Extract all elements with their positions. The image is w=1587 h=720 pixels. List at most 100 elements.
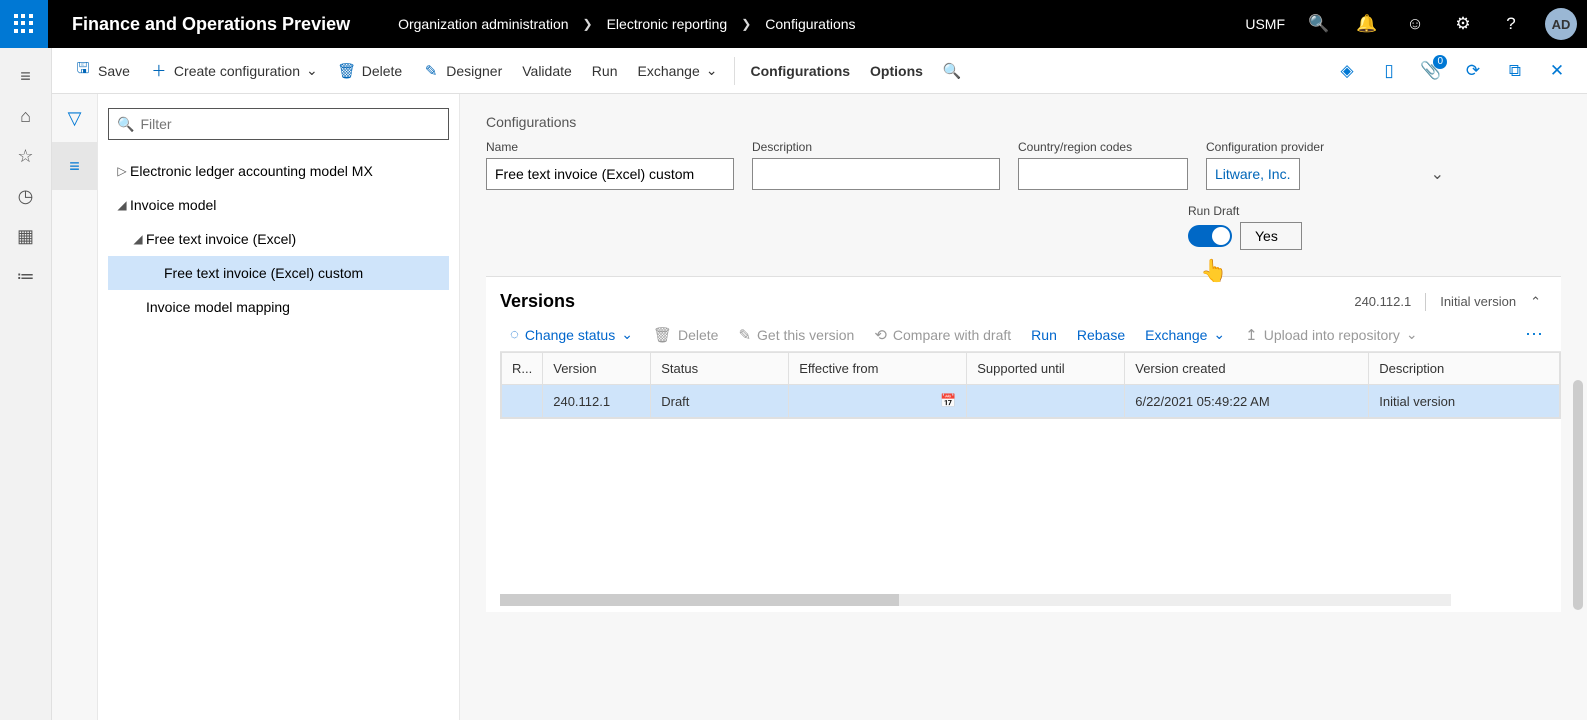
filter-input[interactable]	[140, 116, 440, 132]
home-icon[interactable]: ⌂	[2, 96, 50, 136]
versions-summary-version: 240.112.1	[1354, 294, 1411, 309]
cell-r	[502, 385, 543, 418]
delete-button[interactable]: 🗑Delete	[328, 48, 412, 93]
col-r[interactable]: R...	[502, 353, 543, 385]
name-input[interactable]	[486, 158, 734, 190]
tree-label: Free text invoice (Excel) custom	[164, 265, 363, 281]
exchange-label: Exchange	[637, 63, 699, 79]
versions-toolbar: ◌Change status⌄ 🗑Delete ✎Get this versio…	[500, 324, 1561, 352]
col-created[interactable]: Version created	[1125, 353, 1369, 385]
delete-label: Delete	[362, 63, 402, 79]
sub-left-strip: ▽ ≡	[52, 94, 98, 720]
validate-button[interactable]: Validate	[512, 48, 582, 93]
cell-effective[interactable]: 📅	[789, 385, 967, 418]
save-button[interactable]: 🖫Save	[64, 48, 140, 93]
chevron-up-icon[interactable]: ⌃	[1530, 294, 1541, 310]
configurations-label: Configurations	[751, 63, 851, 79]
col-status[interactable]: Status	[651, 353, 789, 385]
calendar-icon[interactable]: 📅	[940, 393, 956, 409]
close-icon[interactable]: ✕	[1539, 53, 1575, 89]
versions-summary-desc: Initial version	[1440, 294, 1516, 309]
configurations-tab[interactable]: Configurations	[741, 48, 861, 93]
country-codes-input[interactable]	[1018, 158, 1188, 190]
notifications-badge: 0	[1433, 55, 1447, 69]
plus-icon: ＋	[150, 60, 168, 81]
list-icon[interactable]: ≔	[2, 256, 50, 296]
run-draft-toggle[interactable]	[1188, 225, 1232, 247]
hamburger-icon[interactable]: ≡	[2, 56, 50, 96]
refresh-icon[interactable]: ⟳	[1455, 53, 1491, 89]
chevron-down-icon: ⌄	[621, 326, 633, 343]
horizontal-scrollbar[interactable]	[500, 594, 1451, 606]
left-rail: ≡ ⌂ ☆ ◷ ▦ ≔	[0, 48, 52, 720]
collapse-icon[interactable]: ◢	[130, 232, 146, 246]
compare-button[interactable]: ⟲Compare with draft	[864, 326, 1021, 344]
separator	[1425, 293, 1426, 311]
tree-row-selected[interactable]: Free text invoice (Excel) custom	[108, 256, 449, 290]
breadcrumb-item[interactable]: Electronic reporting	[607, 16, 728, 32]
change-status-button[interactable]: ◌Change status⌄	[500, 326, 643, 343]
chevron-right-icon: ❯	[741, 17, 751, 31]
search-icon: 🔍	[943, 62, 961, 80]
avatar[interactable]: AD	[1545, 8, 1577, 40]
tree-row[interactable]: ▷Electronic ledger accounting model MX	[108, 154, 449, 188]
tree-row[interactable]: ◢Free text invoice (Excel)	[108, 222, 449, 256]
diamond-icon[interactable]: ◈	[1329, 53, 1365, 89]
col-supported[interactable]: Supported until	[967, 353, 1125, 385]
help-icon[interactable]: ?	[1487, 0, 1535, 48]
upload-button[interactable]: ↥Upload into repository⌄	[1235, 326, 1428, 344]
star-icon[interactable]: ☆	[2, 136, 50, 176]
cell-status: Draft	[651, 385, 789, 418]
validate-label: Validate	[522, 63, 572, 79]
version-delete-button[interactable]: 🗑Delete	[643, 326, 729, 344]
expand-icon[interactable]: ▷	[114, 164, 130, 178]
attach-icon[interactable]: 📎0	[1413, 53, 1449, 89]
breadcrumb: Organization administration ❯ Electronic…	[398, 16, 855, 32]
get-version-button[interactable]: ✎Get this version	[728, 326, 864, 344]
exchange-button[interactable]: Exchange⌄	[627, 48, 727, 93]
search-icon[interactable]: 🔍	[1295, 0, 1343, 48]
gear-icon[interactable]: ⚙	[1439, 0, 1487, 48]
description-input[interactable]	[752, 158, 1000, 190]
create-configuration-button[interactable]: ＋Create configuration⌄	[140, 48, 328, 93]
clock-icon[interactable]: ◷	[2, 176, 50, 216]
more-icon[interactable]: ⋯	[1525, 324, 1561, 345]
company-picker[interactable]: USMF	[1235, 16, 1295, 32]
col-version[interactable]: Version	[543, 353, 651, 385]
designer-button[interactable]: ✎Designer	[412, 48, 512, 93]
tree-row[interactable]: Invoice model mapping	[108, 290, 449, 324]
breadcrumb-item[interactable]: Configurations	[765, 16, 855, 32]
module-icon[interactable]: ▦	[2, 216, 50, 256]
get-icon: ✎	[738, 326, 751, 344]
versions-grid: R... Version Status Effective from Suppo…	[500, 352, 1561, 419]
filter-icon[interactable]: ▽	[52, 94, 97, 142]
lines-icon[interactable]: ≡	[52, 142, 97, 190]
chevron-right-icon: ❯	[583, 17, 593, 31]
name-label: Name	[486, 140, 734, 154]
provider-select[interactable]: Litware, Inc.	[1206, 158, 1300, 190]
version-exchange-button[interactable]: Exchange⌄	[1135, 326, 1235, 343]
table-row[interactable]: 240.112.1 Draft 📅 6/22/2021 05:49:22 AM …	[502, 385, 1560, 418]
tree-label: Invoice model mapping	[146, 299, 290, 315]
tree-panel: 🔍 ▷Electronic ledger accounting model MX…	[98, 94, 460, 720]
tree-label: Electronic ledger accounting model MX	[130, 163, 373, 179]
run-button[interactable]: Run	[582, 48, 628, 93]
create-configuration-label: Create configuration	[174, 63, 300, 79]
app-launcher[interactable]	[0, 0, 48, 48]
smiley-icon[interactable]: ☺	[1391, 0, 1439, 48]
app-title: Finance and Operations Preview	[72, 14, 350, 35]
collapse-icon[interactable]: ◢	[114, 198, 130, 212]
bell-icon[interactable]: 🔔	[1343, 0, 1391, 48]
breadcrumb-item[interactable]: Organization administration	[398, 16, 568, 32]
col-effective[interactable]: Effective from	[789, 353, 967, 385]
versions-section: Versions 240.112.1 Initial version ⌃ ◌Ch…	[486, 276, 1561, 612]
search-button[interactable]: 🔍	[933, 48, 971, 93]
tree-row[interactable]: ◢Invoice model	[108, 188, 449, 222]
office-icon[interactable]: ▯	[1371, 53, 1407, 89]
version-run-button[interactable]: Run	[1021, 327, 1067, 343]
popout-icon[interactable]: ⧉	[1497, 53, 1533, 89]
options-tab[interactable]: Options	[860, 48, 933, 93]
rebase-button[interactable]: Rebase	[1067, 327, 1135, 343]
col-description[interactable]: Description	[1369, 353, 1560, 385]
vertical-scrollbar[interactable]	[1573, 380, 1583, 610]
